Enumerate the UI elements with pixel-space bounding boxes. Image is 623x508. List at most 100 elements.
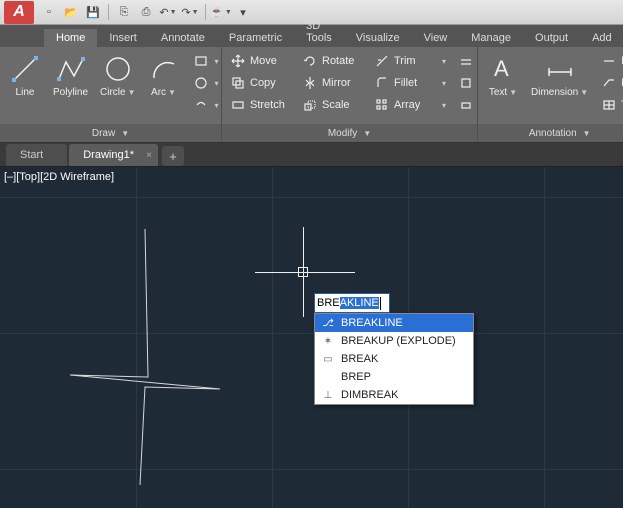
ellipse-icon: [193, 97, 209, 113]
tab-home[interactable]: Home: [44, 29, 97, 47]
ac-item-break[interactable]: ▭BREAK: [315, 350, 473, 368]
offset-icon: [458, 53, 474, 69]
panel-modify: Move Copy Stretch Rotate Mirror Scale Tr…: [222, 47, 478, 142]
break-icon: ▭: [321, 352, 335, 366]
panel-annotation-title[interactable]: Annotation▼: [478, 124, 623, 142]
tab-view[interactable]: View: [412, 29, 460, 47]
saveas-icon[interactable]: ⎘: [115, 3, 133, 21]
polyline-button[interactable]: Polyline: [50, 51, 91, 100]
draw-misc-2[interactable]: ▾: [191, 73, 221, 93]
scale-icon: [302, 97, 318, 113]
copy-button[interactable]: Copy: [228, 73, 294, 93]
panel-modify-title[interactable]: Modify▼: [222, 124, 477, 142]
modify-misc-1[interactable]: [456, 51, 476, 71]
tab-insert[interactable]: Insert: [97, 29, 149, 47]
command-autocompleted-text: AKLINE: [340, 297, 379, 309]
rotate-icon: [302, 53, 318, 69]
hatch-icon: [193, 75, 209, 91]
new-tab-button[interactable]: +: [162, 146, 184, 166]
arc-icon: [148, 53, 180, 85]
line-button[interactable]: Line: [6, 51, 44, 100]
redo-icon[interactable]: ↷▼: [181, 3, 199, 21]
tab-parametric[interactable]: Parametric: [217, 29, 294, 47]
explode-icon: ✶: [321, 334, 335, 348]
dimension-button[interactable]: Dimension▼: [528, 51, 591, 100]
fillet-icon: [374, 75, 390, 91]
quick-access-toolbar: ▫ 📂 💾 ⎘ ⎙ ↶▼ ↷▼ ☕▼ ▾: [40, 3, 252, 21]
fillet-button[interactable]: Fillet▾: [372, 73, 448, 93]
trim-icon: [374, 53, 390, 69]
svg-text:A: A: [494, 56, 509, 81]
tab-3dtools[interactable]: 3D Tools: [294, 17, 344, 47]
circle-button[interactable]: Circle▼: [97, 51, 138, 100]
viewport-label[interactable]: [–][Top][2D Wireframe]: [4, 171, 114, 183]
draw-misc-1[interactable]: ▾: [191, 51, 221, 71]
dimbreak-icon: ⊥: [321, 388, 335, 402]
tab-visualize[interactable]: Visualize: [344, 29, 412, 47]
arc-button[interactable]: Arc▼: [145, 51, 183, 100]
tab-manage[interactable]: Manage: [459, 29, 523, 47]
brep-icon: [321, 370, 335, 384]
circle-label: Circle▼: [100, 87, 135, 98]
teapot-icon[interactable]: ☕▼: [212, 3, 230, 21]
close-icon[interactable]: ×: [146, 150, 152, 161]
line-label: Line: [16, 87, 35, 98]
app-logo[interactable]: A: [4, 1, 34, 24]
linear-button[interactable]: Li: [599, 51, 623, 71]
cursor-pickbox: [298, 267, 308, 277]
text-button[interactable]: A Text▼: [484, 51, 522, 100]
qat-separator: [205, 4, 206, 20]
doc-tab-start[interactable]: Start: [6, 144, 67, 166]
dimension-label: Dimension▼: [531, 87, 588, 98]
arc-label: Arc▼: [151, 87, 176, 98]
ac-item-breakline[interactable]: ⎇BREAKLINE: [315, 314, 473, 332]
ac-item-brep[interactable]: BREP: [315, 368, 473, 386]
leader-button[interactable]: Le: [599, 73, 623, 93]
array-icon: [374, 97, 390, 113]
drawing-canvas[interactable]: [–][Top][2D Wireframe] BREAKLINE ⎇BREAKL…: [0, 167, 623, 508]
qat-customize-icon[interactable]: ▾: [234, 3, 252, 21]
dimension-icon: [544, 53, 576, 85]
tab-output[interactable]: Output: [523, 29, 580, 47]
breakline-object[interactable]: [60, 227, 230, 492]
copy-icon: [230, 75, 246, 91]
breakline-icon: ⎇: [321, 316, 335, 330]
erase-icon: [458, 97, 474, 113]
tab-addins[interactable]: Add: [580, 29, 623, 47]
move-button[interactable]: Move: [228, 51, 294, 71]
panel-draw-title[interactable]: Draw▼: [0, 124, 221, 142]
draw-misc-3[interactable]: ▾: [191, 95, 221, 115]
table-button[interactable]: Ta: [599, 95, 623, 115]
rect-icon: [193, 53, 209, 69]
tab-annotate[interactable]: Annotate: [149, 29, 217, 47]
linear-icon: [601, 53, 617, 69]
ac-item-dimbreak[interactable]: ⊥DIMBREAK: [315, 386, 473, 404]
qat-separator: [108, 4, 109, 20]
rotate-button[interactable]: Rotate: [300, 51, 366, 71]
stretch-button[interactable]: Stretch: [228, 95, 294, 115]
ribbon: Line Polyline Circle▼ Arc▼ ▾ ▾ ▾ Draw▼: [0, 47, 623, 143]
modify-misc-2[interactable]: [456, 73, 476, 93]
autocomplete-list: ⎇BREAKLINE ✶BREAKUP (EXPLODE) ▭BREAK BRE…: [314, 313, 474, 405]
stretch-icon: [230, 97, 246, 113]
save-icon[interactable]: 💾: [84, 3, 102, 21]
panel-annotation: A Text▼ Dimension▼ Li Le Ta Annotation▼: [478, 47, 623, 142]
mirror-button[interactable]: Mirror: [300, 73, 366, 93]
trim-button[interactable]: Trim▾: [372, 51, 448, 71]
ribbon-tab-strip: Home Insert Annotate Parametric 3D Tools…: [0, 25, 623, 47]
panel-draw: Line Polyline Circle▼ Arc▼ ▾ ▾ ▾ Draw▼: [0, 47, 222, 142]
print-icon[interactable]: ⎙: [137, 3, 155, 21]
undo-icon[interactable]: ↶▼: [159, 3, 177, 21]
line-icon: [9, 53, 41, 85]
scale-button[interactable]: Scale: [300, 95, 366, 115]
doc-tab-drawing1[interactable]: Drawing1*×: [69, 144, 158, 166]
command-input[interactable]: BREAKLINE: [314, 293, 390, 313]
open-icon[interactable]: 📂: [62, 3, 80, 21]
ac-item-breakup[interactable]: ✶BREAKUP (EXPLODE): [315, 332, 473, 350]
document-tab-strip: Start Drawing1*× +: [0, 143, 623, 167]
modify-misc-3[interactable]: [456, 95, 476, 115]
new-icon[interactable]: ▫: [40, 3, 58, 21]
array-button[interactable]: Array▾: [372, 95, 448, 115]
mirror-icon: [302, 75, 318, 91]
polyline-icon: [55, 53, 87, 85]
